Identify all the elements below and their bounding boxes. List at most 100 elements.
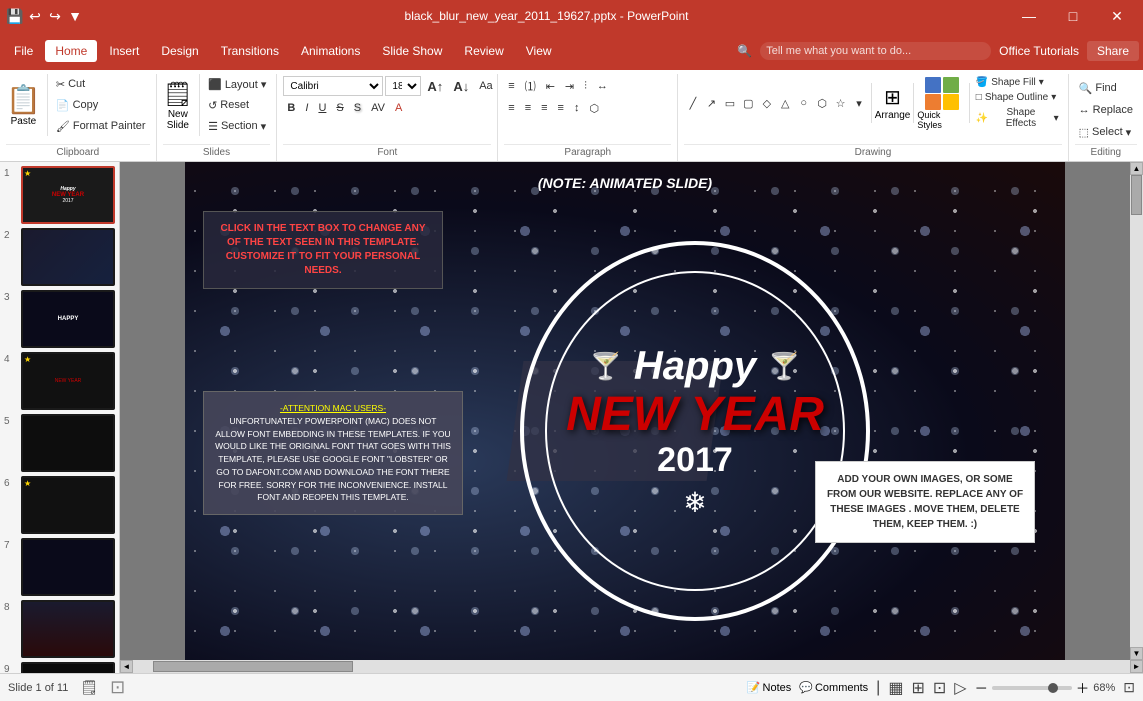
shape-rect[interactable]: ▭ — [721, 94, 738, 112]
strikethrough-btn[interactable]: S — [332, 98, 347, 118]
circle-design[interactable]: 🍸 Happy 🍸 NEW YEAR 2017 ❄ — [505, 221, 885, 641]
menu-slideshow[interactable]: Slide Show — [372, 40, 452, 62]
text-dir-btn[interactable]: ↔ — [593, 76, 612, 96]
undo-btn[interactable]: ↩ — [28, 9, 42, 23]
replace-btn[interactable]: ↔ Replace — [1075, 100, 1137, 120]
save-btn[interactable]: 💾 — [8, 9, 22, 23]
font-color-btn[interactable]: A — [391, 98, 406, 118]
shape-fill-btn[interactable]: 🪣 Shape Fill ▾ — [973, 76, 1062, 89]
shape-more[interactable]: ▾ — [850, 94, 867, 112]
numbering-btn[interactable]: ⑴ — [521, 76, 540, 96]
cut-btn[interactable]: ✂ Cut — [52, 74, 150, 94]
shape-outline-btn[interactable]: □ Shape Outline ▾ — [973, 91, 1062, 104]
reset-btn[interactable]: ↺ Reset — [204, 95, 270, 115]
shape-effects-btn[interactable]: ✨ Shape Effects ▾ — [973, 106, 1062, 130]
notes-icon[interactable]: 🗒 — [80, 679, 98, 696]
zoom-out-btn[interactable]: － — [975, 678, 988, 697]
shape-star[interactable]: ☆ — [832, 94, 849, 112]
menu-review[interactable]: Review — [454, 40, 513, 62]
zoom-in-btn[interactable]: ＋ — [1076, 678, 1089, 697]
office-tutorials[interactable]: Office Tutorials — [999, 44, 1079, 58]
slide-thumb-4[interactable]: 4 ★ NEW YEAR — [4, 352, 115, 410]
menu-transitions[interactable]: Transitions — [211, 40, 289, 62]
mac-users-box[interactable]: -ATTENTION MAC USERS- UNFORTUNATELY POWE… — [203, 391, 463, 515]
slide-preview-8[interactable] — [21, 600, 115, 658]
line-spacing-btn[interactable]: ↕ — [570, 98, 584, 118]
slide-preview-7[interactable] — [21, 538, 115, 596]
slide-thumb-9[interactable]: 9 — [4, 662, 115, 673]
hscroll-thumb[interactable] — [153, 661, 353, 672]
layout-btn[interactable]: ⬛ Layout ▾ — [204, 74, 270, 94]
outdent-btn[interactable]: ⇤ — [542, 76, 559, 96]
red-instructions-box[interactable]: CLICK IN THE TEXT BOX TO CHANGE ANY OF T… — [203, 211, 443, 289]
spacing-btn[interactable]: AV — [367, 98, 389, 118]
image-instructions-box[interactable]: ADD YOUR OWN IMAGES, OR SOME FROM OUR WE… — [815, 461, 1035, 543]
paste-icon[interactable]: 📋 — [6, 83, 41, 116]
share-btn[interactable]: Share — [1087, 41, 1139, 61]
underline-btn[interactable]: U — [314, 98, 330, 118]
hscroll-left-btn[interactable]: ◄ — [120, 660, 133, 673]
increase-font-btn[interactable]: A↑ — [423, 76, 447, 96]
menu-animations[interactable]: Animations — [291, 40, 370, 62]
decrease-font-btn[interactable]: A↓ — [449, 76, 473, 96]
hscroll-track[interactable] — [133, 660, 1130, 673]
view-normal-icon[interactable]: ⊡ — [110, 677, 125, 698]
vscroll-track[interactable] — [1130, 175, 1143, 647]
arrange-btn[interactable]: ⊞ Arrange — [875, 85, 911, 121]
clear-format-btn[interactable]: Aa — [475, 76, 496, 96]
fit-slide-btn[interactable]: ⊡ — [1123, 679, 1135, 696]
customize-btn[interactable]: ▼ — [68, 9, 82, 23]
redo-btn[interactable]: ↪ — [48, 9, 62, 23]
align-left-btn[interactable]: ≡ — [504, 98, 518, 118]
menu-file[interactable]: File — [4, 40, 43, 62]
bullets-btn[interactable]: ≡ — [504, 76, 518, 96]
slide-thumb-5[interactable]: 5 — [4, 414, 115, 472]
align-center-btn[interactable]: ≡ — [521, 98, 535, 118]
slide-preview-9[interactable] — [21, 662, 115, 673]
slide-thumb-8[interactable]: 8 — [4, 600, 115, 658]
italic-btn[interactable]: I — [301, 98, 312, 118]
shadow-btn[interactable]: S — [350, 98, 365, 118]
menu-design[interactable]: Design — [151, 40, 208, 62]
font-family-select[interactable]: Calibri — [283, 76, 383, 96]
view-grid-btn[interactable]: ⊞ — [911, 678, 924, 698]
notes-btn[interactable]: 📝 Notes — [747, 681, 791, 694]
slide-preview-2[interactable] — [21, 228, 115, 286]
minimize-btn[interactable]: — — [1011, 0, 1047, 32]
section-btn[interactable]: ☰ Section ▾ — [204, 116, 270, 136]
menu-view[interactable]: View — [516, 40, 562, 62]
maximize-btn[interactable]: □ — [1055, 0, 1091, 32]
close-btn[interactable]: ✕ — [1099, 0, 1135, 32]
shape-rounded[interactable]: ▢ — [740, 94, 757, 112]
select-btn[interactable]: ⬚ Select ▾ — [1075, 122, 1136, 142]
slide-thumb-7[interactable]: 7 — [4, 538, 115, 596]
zoom-slider[interactable] — [992, 686, 1072, 690]
hscroll-right-btn[interactable]: ► — [1130, 660, 1143, 673]
slide-canvas[interactable]: (NOTE: ANIMATED SLIDE) CLICK IN THE TEXT… — [185, 162, 1065, 660]
shape-line[interactable]: ╱ — [684, 94, 701, 112]
align-right-btn[interactable]: ≡ — [537, 98, 551, 118]
vscroll-up-btn[interactable]: ▲ — [1130, 162, 1143, 175]
slide-thumb-2[interactable]: 2 — [4, 228, 115, 286]
slide-preview-3[interactable]: HAPPY — [21, 290, 115, 348]
menu-home[interactable]: Home — [45, 40, 97, 62]
convert-smartart-btn[interactable]: ⬡ — [585, 98, 603, 118]
shape-diamond[interactable]: ◇ — [758, 94, 775, 112]
slide-preview-6[interactable]: ★ — [21, 476, 115, 534]
view-slideshow-btn[interactable]: ▷ — [954, 678, 966, 698]
vscroll-down-btn[interactable]: ▼ — [1130, 647, 1143, 660]
slide-preview-4[interactable]: ★ NEW YEAR — [21, 352, 115, 410]
vscroll-thumb[interactable] — [1131, 175, 1142, 215]
slide-thumb-1[interactable]: 1 ★ Happy NEW YEAR 2017 — [4, 166, 115, 224]
slide-preview-1[interactable]: ★ Happy NEW YEAR 2017 — [21, 166, 115, 224]
find-btn[interactable]: 🔍 Find — [1075, 78, 1121, 98]
shape-triangle[interactable]: △ — [777, 94, 794, 112]
shape-arrow[interactable]: ↗ — [703, 94, 720, 112]
shape-circle[interactable]: ○ — [795, 94, 812, 112]
slide-preview-5[interactable] — [21, 414, 115, 472]
copy-btn[interactable]: 📄 Copy — [52, 95, 150, 115]
view-reading-btn[interactable]: ⊡ — [933, 678, 946, 698]
slide-thumb-3[interactable]: 3 HAPPY — [4, 290, 115, 348]
font-size-select[interactable]: 18 — [385, 76, 421, 96]
indent-btn[interactable]: ⇥ — [561, 76, 578, 96]
